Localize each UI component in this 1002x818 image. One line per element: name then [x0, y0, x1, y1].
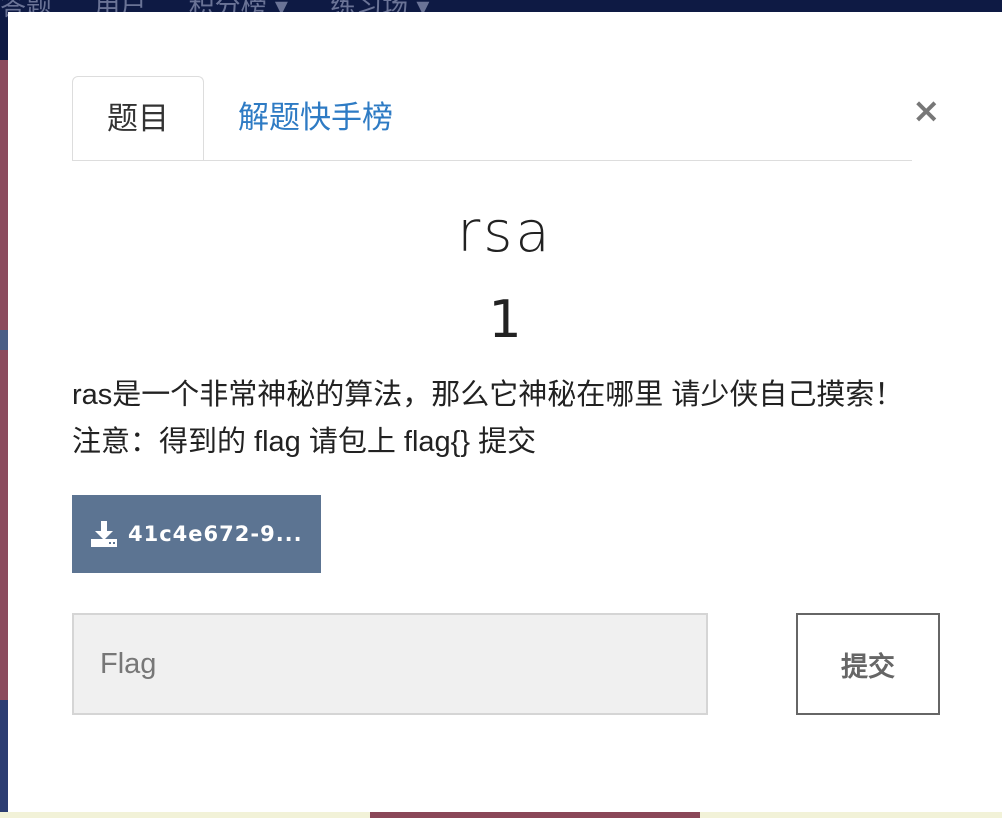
challenge-description: ras是一个非常神秘的算法，那么它神秘在哪里 请少侠自己摸索！ 注意：得到的 f… — [72, 379, 904, 458]
challenge-name: rsa — [457, 200, 553, 265]
close-button[interactable]: × — [912, 94, 941, 128]
flag-input[interactable] — [72, 613, 708, 715]
submit-button[interactable]: 提交 — [796, 613, 940, 715]
download-file-button[interactable]: 41c4e672-9... — [72, 495, 321, 573]
challenge-points: 1 — [488, 290, 522, 350]
download-icon — [91, 521, 117, 547]
modal-tabs: 题目 解题快手榜 — [72, 76, 912, 161]
tab-solves-ranking[interactable]: 解题快手榜 — [204, 76, 427, 158]
download-file-label: 41c4e672-9... — [128, 522, 303, 546]
tab-challenge[interactable]: 题目 — [72, 76, 204, 160]
challenge-modal: × 题目 解题快手榜 rsa 1 ras是一个非常神秘的算法，那么它神秘在哪里 … — [8, 12, 1002, 812]
